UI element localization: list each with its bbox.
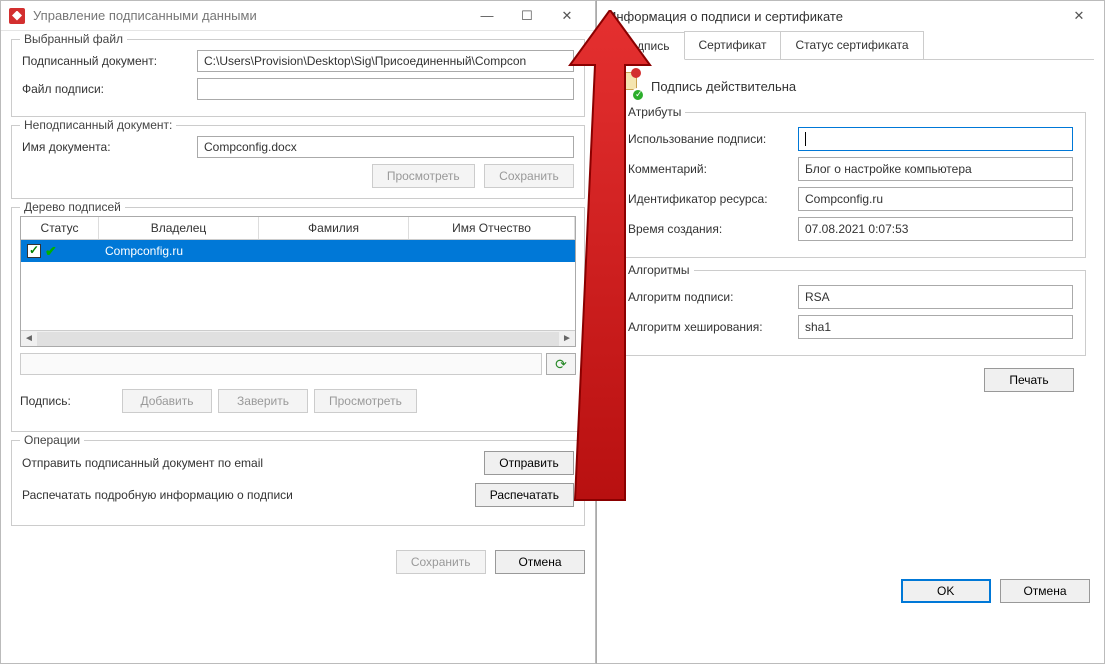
refresh-button[interactable]: ⟳ [546, 353, 576, 375]
valid-icon: ✔ [45, 243, 57, 260]
tab-bar: Подпись Сертификат Статус сертификата [607, 31, 1094, 60]
tab-signature[interactable]: Подпись [607, 32, 685, 60]
op-email-label: Отправить подписанный документ по email [22, 456, 263, 470]
refresh-icon: ⟳ [555, 356, 567, 373]
usage-label: Использование подписи: [628, 132, 798, 146]
titlebar: Управление подписанными данными — ☐ ✕ [1, 1, 595, 31]
sigalg-label: Алгоритм подписи: [628, 290, 798, 304]
signature-valid-icon [615, 72, 643, 100]
col-status[interactable]: Статус [21, 217, 99, 239]
signature-grid[interactable]: Статус Владелец Фамилия Имя Отчество ✔ C… [20, 216, 576, 347]
signature-status: Подпись действительна [615, 72, 1086, 100]
sig-file-field[interactable] [197, 78, 574, 100]
close-button[interactable]: ✕ [547, 2, 587, 30]
unsigned-fieldset: Неподписанный документ: Имя документа: C… [11, 125, 585, 199]
signature-tree-fieldset: Дерево подписей Статус Владелец Фамилия … [11, 207, 585, 432]
sig-inline-label: Подпись: [20, 394, 116, 408]
doc-name-field[interactable]: Compconfig.docx [197, 136, 574, 158]
tab-certificate[interactable]: Сертификат [684, 31, 782, 59]
attrs-label: Атрибуты [624, 105, 685, 119]
scroll-left-icon[interactable]: ◄ [21, 331, 37, 347]
unsigned-label: Неподписанный документ: [20, 118, 176, 132]
comment-field[interactable]: Блог о настройке компьютера [798, 157, 1073, 181]
window-title: Управление подписанными данными [33, 8, 467, 23]
ok-button[interactable]: OK [901, 579, 991, 603]
checkbox-icon[interactable] [27, 244, 41, 258]
titlebar: Информация о подписи и сертификате ✕ [597, 1, 1104, 31]
col-name[interactable]: Имя Отчество [409, 217, 575, 239]
certify-button[interactable]: Заверить [218, 389, 308, 413]
tab-cert-status[interactable]: Статус сертификата [780, 31, 923, 59]
send-button[interactable]: Отправить [484, 451, 574, 475]
signed-doc-label: Подписанный документ: [22, 54, 197, 68]
usage-field[interactable] [798, 127, 1073, 151]
time-field[interactable]: 07.08.2021 0:07:53 [798, 217, 1073, 241]
minimize-button[interactable]: — [467, 2, 507, 30]
view-button[interactable]: Просмотреть [372, 164, 475, 188]
maximize-button[interactable]: ☐ [507, 2, 547, 30]
grid-header: Статус Владелец Фамилия Имя Отчество [21, 217, 575, 240]
add-button[interactable]: Добавить [122, 389, 212, 413]
ops-label: Операции [20, 433, 84, 447]
selected-file-fieldset: Выбранный файл Подписанный документ: C:\… [11, 39, 585, 117]
signature-info-window: Информация о подписи и сертификате ✕ Под… [596, 0, 1105, 664]
cancel-button[interactable]: Отмена [1000, 579, 1090, 603]
algs-label: Алгоритмы [624, 263, 694, 277]
selected-file-label: Выбранный файл [20, 32, 127, 46]
attributes-group: Атрибуты Использование подписи: Коммента… [615, 112, 1086, 258]
scroll-right-icon[interactable]: ► [559, 331, 575, 347]
row-owner: Compconfig.ru [99, 244, 575, 258]
app-icon [9, 8, 25, 24]
hashalg-field[interactable]: sha1 [798, 315, 1073, 339]
op-print-label: Распечатать подробную информацию о подпи… [22, 488, 293, 502]
doc-name-label: Имя документа: [22, 140, 197, 154]
sig-file-label: Файл подписи: [22, 82, 197, 96]
algorithms-group: Алгоритмы Алгоритм подписи: RSA Алгоритм… [615, 270, 1086, 356]
signed-doc-field[interactable]: C:\Users\Provision\Desktop\Sig\Присоедин… [197, 50, 574, 72]
cancel-button[interactable]: Отмена [495, 550, 585, 574]
save2-button[interactable]: Сохранить [396, 550, 486, 574]
col-lastname[interactable]: Фамилия [259, 217, 409, 239]
horizontal-scrollbar[interactable]: ◄ ► [21, 330, 575, 346]
signature-status-text: Подпись действительна [651, 79, 796, 94]
time-label: Время создания: [628, 222, 798, 236]
col-owner[interactable]: Владелец [99, 217, 259, 239]
view2-button[interactable]: Просмотреть [314, 389, 417, 413]
close-button[interactable]: ✕ [1064, 2, 1094, 30]
resid-field[interactable]: Compconfig.ru [798, 187, 1073, 211]
manage-signed-data-window: Управление подписанными данными — ☐ ✕ Вы… [0, 0, 596, 664]
print-button[interactable]: Распечатать [475, 483, 574, 507]
window-title: Информация о подписи и сертификате [607, 9, 1064, 24]
save-button[interactable]: Сохранить [484, 164, 574, 188]
sigalg-field[interactable]: RSA [798, 285, 1073, 309]
tree-label: Дерево подписей [20, 200, 125, 214]
hashalg-label: Алгоритм хеширования: [628, 320, 798, 334]
table-row[interactable]: ✔ Compconfig.ru [21, 240, 575, 262]
resid-label: Идентификатор ресурса: [628, 192, 798, 206]
tree-filter-input[interactable] [20, 353, 542, 375]
print-button[interactable]: Печать [984, 368, 1074, 392]
operations-fieldset: Операции Отправить подписанный документ … [11, 440, 585, 526]
comment-label: Комментарий: [628, 162, 798, 176]
